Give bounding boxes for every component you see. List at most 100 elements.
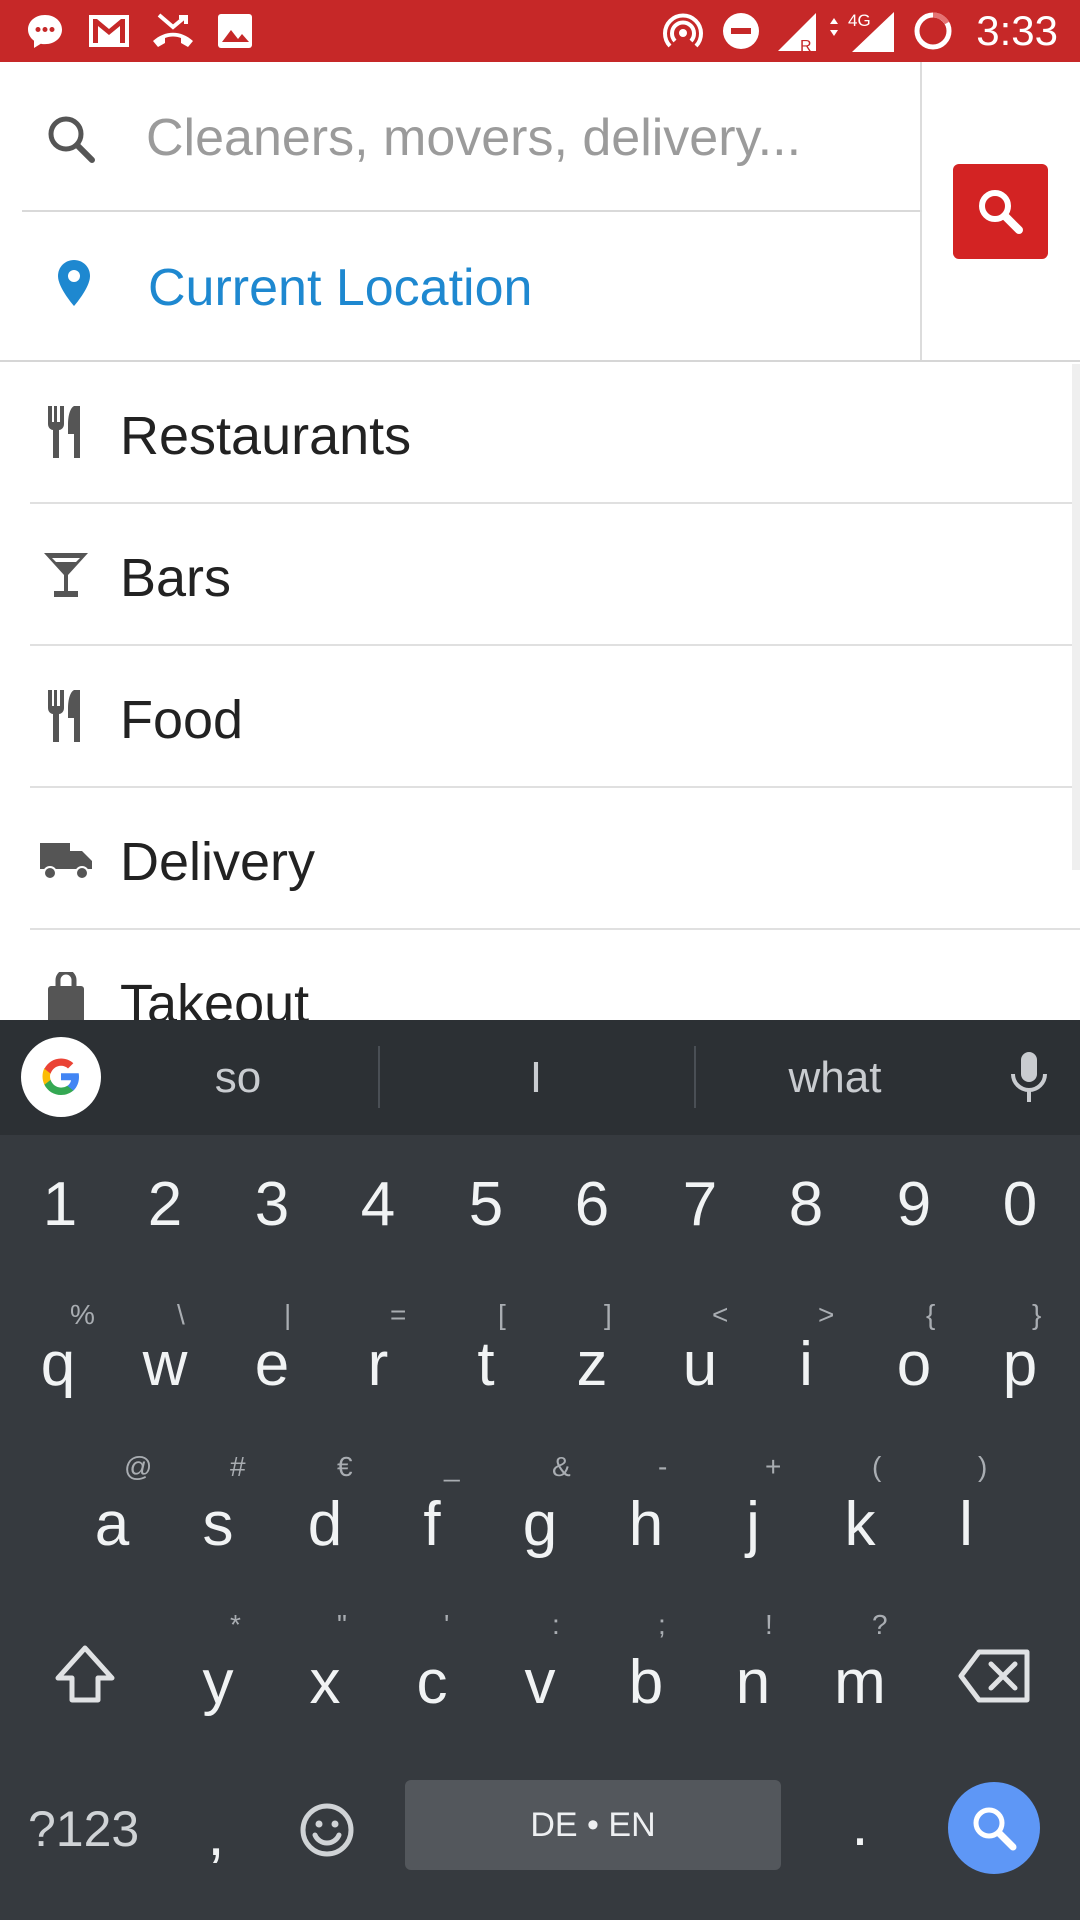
key-f[interactable]: _ f (392, 1452, 472, 1568)
key-m[interactable]: ? m (820, 1610, 900, 1726)
shift-key[interactable] (40, 1632, 130, 1722)
key-hint: + (765, 1451, 782, 1482)
key-hint: : (552, 1609, 560, 1640)
key-hint: ? (872, 1609, 888, 1640)
status-time: 3:33 (976, 7, 1058, 54)
svg-text:4G: 4G (848, 11, 871, 30)
key-label: 9 (896, 1170, 932, 1239)
emoji-icon (300, 1803, 354, 1857)
key-hint: % (70, 1299, 95, 1330)
key-hint: & (552, 1451, 571, 1482)
key-label: 7 (682, 1170, 718, 1239)
search-fields: Current Location (0, 62, 922, 360)
key-1[interactable]: 1 (20, 1170, 100, 1250)
suggestion[interactable]: I (406, 1048, 666, 1108)
cocktail-icon (38, 546, 94, 602)
key-hint: < (712, 1299, 729, 1330)
key-7[interactable]: 7 (660, 1170, 740, 1250)
key-j[interactable]: + j (713, 1452, 793, 1568)
key-a[interactable]: @ a (72, 1452, 153, 1568)
list-item[interactable]: Takeout (0, 930, 1080, 1020)
key-v[interactable]: :v (500, 1610, 580, 1726)
location-field[interactable]: Current Location (148, 256, 532, 320)
key-n[interactable]: ! n (713, 1610, 793, 1726)
key-r[interactable]: = r (338, 1300, 418, 1410)
key-d[interactable]: € d (285, 1452, 365, 1568)
emoji-key[interactable] (292, 1800, 362, 1870)
key-x[interactable]: " x (285, 1610, 365, 1726)
list-item-label: Bars (120, 548, 232, 608)
key-label: 0 (1002, 1170, 1038, 1239)
key-8[interactable]: 8 (766, 1170, 846, 1250)
key-hint: \ (177, 1299, 185, 1330)
key-label: u (682, 1330, 718, 1399)
key-hint: | (284, 1299, 292, 1330)
backspace-key[interactable] (950, 1632, 1040, 1722)
key-5[interactable]: 5 (446, 1170, 526, 1250)
microphone-icon[interactable] (1004, 1050, 1054, 1106)
scrollbar[interactable] (1072, 364, 1080, 870)
key-hint: ! (765, 1609, 773, 1640)
key-label: 2 (147, 1170, 183, 1239)
comma-key[interactable]: , (196, 1800, 236, 1880)
truck-icon (38, 830, 94, 886)
key-label: t (477, 1330, 495, 1399)
battery-icon (910, 8, 956, 54)
period-key[interactable]: . (840, 1790, 880, 1870)
key-k[interactable]: (k (820, 1452, 900, 1568)
key-label: o (896, 1330, 932, 1399)
key-o[interactable]: {o (874, 1300, 954, 1410)
key-l[interactable]: ) l (926, 1452, 1006, 1568)
key-z[interactable]: ] z (552, 1300, 632, 1410)
key-3[interactable]: 3 (232, 1170, 312, 1250)
key-q[interactable]: % q (18, 1300, 98, 1410)
list-item[interactable]: Restaurants (0, 362, 1080, 504)
key-6[interactable]: 6 (552, 1170, 632, 1250)
key-t[interactable]: [t (446, 1300, 526, 1410)
fork-knife-icon (38, 404, 94, 460)
keyboard-search-button[interactable] (948, 1782, 1040, 1874)
key-4[interactable]: 4 (338, 1170, 418, 1250)
key-g[interactable]: & g (500, 1452, 580, 1568)
search-row[interactable] (0, 62, 922, 212)
search-input[interactable] (146, 98, 886, 178)
key-label: b (628, 1648, 664, 1717)
key-hint: * (230, 1609, 241, 1640)
key-s[interactable]: # s (178, 1452, 258, 1568)
bag-icon (38, 972, 94, 1020)
suggestion[interactable]: so (108, 1048, 368, 1108)
suggestion[interactable]: what (705, 1048, 965, 1108)
key-h[interactable]: -h (606, 1452, 686, 1568)
location-row[interactable]: Current Location (0, 212, 922, 360)
symbols-key[interactable]: ?123 (28, 1800, 139, 1858)
key-9[interactable]: 9 (874, 1170, 954, 1250)
key-e[interactable]: | e (232, 1300, 312, 1410)
key-label: v (524, 1648, 556, 1717)
list-item[interactable]: Delivery (0, 788, 1080, 930)
key-label: 6 (574, 1170, 610, 1239)
key-label: p (1002, 1330, 1038, 1399)
category-list: Restaurants Bars Food Delivery Takeout (0, 362, 1080, 1020)
list-item-label: Food (120, 690, 244, 750)
list-item[interactable]: Bars (0, 504, 1080, 646)
key-b[interactable]: ; b (606, 1610, 686, 1726)
key-p[interactable]: } p (980, 1300, 1060, 1410)
fork-knife-icon (38, 688, 94, 744)
space-bar[interactable]: DE • EN (405, 1780, 781, 1870)
key-0[interactable]: 0 (980, 1170, 1060, 1250)
key-y[interactable]: * y (178, 1610, 258, 1726)
signal-4g-icon: 4G (822, 8, 898, 54)
key-w[interactable]: \ w (125, 1300, 205, 1410)
google-icon[interactable] (21, 1037, 101, 1117)
key-label: q (40, 1330, 76, 1399)
key-c[interactable]: ' c (392, 1610, 472, 1726)
key-u[interactable]: < u (660, 1300, 740, 1410)
key-label: 4 (360, 1170, 396, 1239)
key-label: 3 (254, 1170, 290, 1239)
key-i[interactable]: > i (766, 1300, 846, 1410)
list-item[interactable]: Food (0, 646, 1080, 788)
key-2[interactable]: 2 (125, 1170, 205, 1250)
key-hint: ] (604, 1299, 612, 1330)
key-hint: } (1032, 1299, 1042, 1330)
search-button[interactable] (953, 164, 1048, 259)
